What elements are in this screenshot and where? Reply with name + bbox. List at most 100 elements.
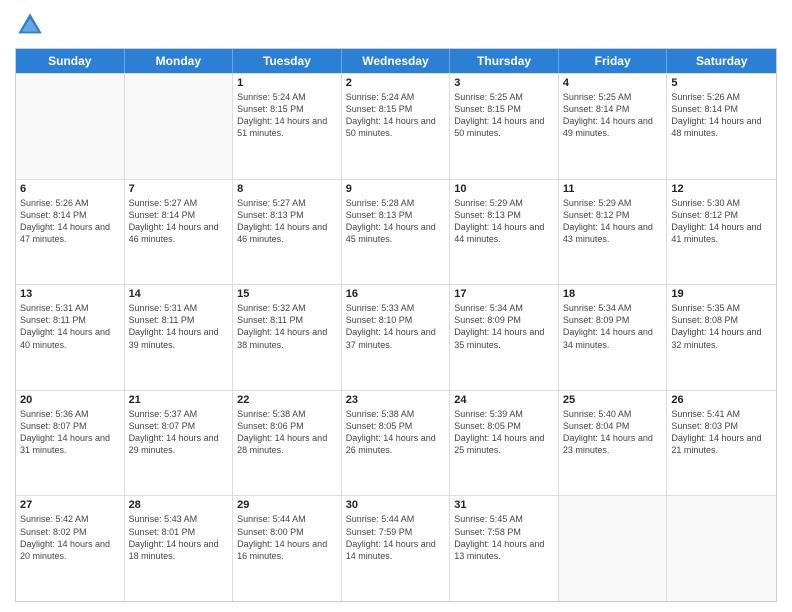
empty-cell	[16, 74, 125, 179]
day-number: 2	[346, 77, 446, 89]
day-info: Sunrise: 5:33 AM Sunset: 8:10 PM Dayligh…	[346, 302, 446, 351]
day-number: 17	[454, 288, 554, 300]
day-cell-3: 3 Sunrise: 5:25 AM Sunset: 8:15 PM Daylig…	[450, 74, 559, 179]
day-cell-10: 10 Sunrise: 5:29 AM Sunset: 8:13 PM Dayli…	[450, 180, 559, 285]
empty-cell	[559, 496, 668, 601]
day-cell-24: 24 Sunrise: 5:39 AM Sunset: 8:05 PM Dayli…	[450, 391, 559, 496]
day-header-saturday: Saturday	[667, 49, 776, 73]
day-info: Sunrise: 5:40 AM Sunset: 8:04 PM Dayligh…	[563, 408, 663, 457]
week-row-5: 27Sunrise: 5:42 AM Sunset: 8:02 PM Dayli…	[16, 495, 776, 601]
day-number: 29	[237, 499, 337, 511]
day-info: Sunrise: 5:27 AM Sunset: 8:13 PM Dayligh…	[237, 197, 337, 246]
day-cell-21: 21 Sunrise: 5:37 AM Sunset: 8:07 PM Dayli…	[125, 391, 234, 496]
page: SundayMondayTuesdayWednesdayThursdayFrid…	[0, 0, 792, 612]
day-cell-29: 29Sunrise: 5:44 AM Sunset: 8:00 PM Dayli…	[233, 496, 342, 601]
day-cell-6: 6 Sunrise: 5:26 AM Sunset: 8:14 PM Daylig…	[16, 180, 125, 285]
day-number: 5	[671, 77, 772, 89]
day-info: Sunrise: 5:45 AM Sunset: 7:58 PM Dayligh…	[454, 513, 554, 562]
day-number: 26	[671, 394, 772, 406]
day-number: 21	[129, 394, 229, 406]
day-cell-17: 17Sunrise: 5:34 AM Sunset: 8:09 PM Dayli…	[450, 285, 559, 390]
day-info: Sunrise: 5:36 AM Sunset: 8:07 PM Dayligh…	[20, 408, 120, 457]
day-header-thursday: Thursday	[450, 49, 559, 73]
day-number: 13	[20, 288, 120, 300]
day-number: 22	[237, 394, 337, 406]
week-row-4: 20 Sunrise: 5:36 AM Sunset: 8:07 PM Dayli…	[16, 390, 776, 496]
day-info: Sunrise: 5:24 AM Sunset: 8:15 PM Dayligh…	[346, 91, 446, 140]
day-cell-19: 19Sunrise: 5:35 AM Sunset: 8:08 PM Dayli…	[667, 285, 776, 390]
day-header-wednesday: Wednesday	[342, 49, 451, 73]
day-info: Sunrise: 5:26 AM Sunset: 8:14 PM Dayligh…	[20, 197, 120, 246]
day-number: 25	[563, 394, 663, 406]
day-info: Sunrise: 5:38 AM Sunset: 8:06 PM Dayligh…	[237, 408, 337, 457]
day-cell-23: 23 Sunrise: 5:38 AM Sunset: 8:05 PM Dayli…	[342, 391, 451, 496]
day-cell-30: 30 Sunrise: 5:44 AM Sunset: 7:59 PM Dayli…	[342, 496, 451, 601]
day-number: 14	[129, 288, 229, 300]
day-info: Sunrise: 5:32 AM Sunset: 8:11 PM Dayligh…	[237, 302, 337, 351]
day-cell-7: 7Sunrise: 5:27 AM Sunset: 8:14 PM Daylig…	[125, 180, 234, 285]
day-cell-26: 26Sunrise: 5:41 AM Sunset: 8:03 PM Dayli…	[667, 391, 776, 496]
logo	[15, 10, 49, 40]
day-cell-28: 28Sunrise: 5:43 AM Sunset: 8:01 PM Dayli…	[125, 496, 234, 601]
day-cell-11: 11Sunrise: 5:29 AM Sunset: 8:12 PM Dayli…	[559, 180, 668, 285]
day-number: 9	[346, 183, 446, 195]
day-cell-8: 8 Sunrise: 5:27 AM Sunset: 8:13 PM Daylig…	[233, 180, 342, 285]
day-number: 16	[346, 288, 446, 300]
day-number: 15	[237, 288, 337, 300]
day-cell-9: 9 Sunrise: 5:28 AM Sunset: 8:13 PM Daylig…	[342, 180, 451, 285]
day-info: Sunrise: 5:37 AM Sunset: 8:07 PM Dayligh…	[129, 408, 229, 457]
day-info: Sunrise: 5:28 AM Sunset: 8:13 PM Dayligh…	[346, 197, 446, 246]
day-number: 4	[563, 77, 663, 89]
day-cell-13: 13 Sunrise: 5:31 AM Sunset: 8:11 PM Dayli…	[16, 285, 125, 390]
week-row-2: 6 Sunrise: 5:26 AM Sunset: 8:14 PM Daylig…	[16, 179, 776, 285]
day-number: 12	[671, 183, 772, 195]
header	[15, 10, 777, 40]
day-info: Sunrise: 5:31 AM Sunset: 8:11 PM Dayligh…	[20, 302, 120, 351]
day-info: Sunrise: 5:42 AM Sunset: 8:02 PM Dayligh…	[20, 513, 120, 562]
day-number: 6	[20, 183, 120, 195]
day-header-sunday: Sunday	[16, 49, 125, 73]
day-number: 10	[454, 183, 554, 195]
day-cell-2: 2 Sunrise: 5:24 AM Sunset: 8:15 PM Daylig…	[342, 74, 451, 179]
day-number: 8	[237, 183, 337, 195]
day-number: 1	[237, 77, 337, 89]
day-number: 20	[20, 394, 120, 406]
day-cell-16: 16 Sunrise: 5:33 AM Sunset: 8:10 PM Dayli…	[342, 285, 451, 390]
day-number: 3	[454, 77, 554, 89]
calendar-header: SundayMondayTuesdayWednesdayThursdayFrid…	[16, 49, 776, 73]
day-info: Sunrise: 5:35 AM Sunset: 8:08 PM Dayligh…	[671, 302, 772, 351]
day-number: 11	[563, 183, 663, 195]
day-info: Sunrise: 5:29 AM Sunset: 8:13 PM Dayligh…	[454, 197, 554, 246]
calendar: SundayMondayTuesdayWednesdayThursdayFrid…	[15, 48, 777, 602]
day-info: Sunrise: 5:25 AM Sunset: 8:15 PM Dayligh…	[454, 91, 554, 140]
day-number: 30	[346, 499, 446, 511]
day-header-friday: Friday	[559, 49, 668, 73]
day-info: Sunrise: 5:34 AM Sunset: 8:09 PM Dayligh…	[563, 302, 663, 351]
day-number: 24	[454, 394, 554, 406]
day-header-monday: Monday	[125, 49, 234, 73]
day-info: Sunrise: 5:38 AM Sunset: 8:05 PM Dayligh…	[346, 408, 446, 457]
day-cell-27: 27Sunrise: 5:42 AM Sunset: 8:02 PM Dayli…	[16, 496, 125, 601]
day-info: Sunrise: 5:26 AM Sunset: 8:14 PM Dayligh…	[671, 91, 772, 140]
empty-cell	[125, 74, 234, 179]
calendar-body: 1 Sunrise: 5:24 AM Sunset: 8:15 PM Daylig…	[16, 73, 776, 601]
day-cell-14: 14Sunrise: 5:31 AM Sunset: 8:11 PM Dayli…	[125, 285, 234, 390]
day-info: Sunrise: 5:25 AM Sunset: 8:14 PM Dayligh…	[563, 91, 663, 140]
empty-cell	[667, 496, 776, 601]
day-number: 23	[346, 394, 446, 406]
day-info: Sunrise: 5:43 AM Sunset: 8:01 PM Dayligh…	[129, 513, 229, 562]
day-cell-31: 31Sunrise: 5:45 AM Sunset: 7:58 PM Dayli…	[450, 496, 559, 601]
day-header-tuesday: Tuesday	[233, 49, 342, 73]
day-number: 18	[563, 288, 663, 300]
week-row-1: 1 Sunrise: 5:24 AM Sunset: 8:15 PM Daylig…	[16, 73, 776, 179]
day-info: Sunrise: 5:24 AM Sunset: 8:15 PM Dayligh…	[237, 91, 337, 140]
day-info: Sunrise: 5:39 AM Sunset: 8:05 PM Dayligh…	[454, 408, 554, 457]
day-cell-12: 12 Sunrise: 5:30 AM Sunset: 8:12 PM Dayli…	[667, 180, 776, 285]
day-info: Sunrise: 5:44 AM Sunset: 7:59 PM Dayligh…	[346, 513, 446, 562]
day-cell-1: 1 Sunrise: 5:24 AM Sunset: 8:15 PM Daylig…	[233, 74, 342, 179]
day-cell-18: 18 Sunrise: 5:34 AM Sunset: 8:09 PM Dayli…	[559, 285, 668, 390]
day-cell-22: 22 Sunrise: 5:38 AM Sunset: 8:06 PM Dayli…	[233, 391, 342, 496]
day-info: Sunrise: 5:30 AM Sunset: 8:12 PM Dayligh…	[671, 197, 772, 246]
day-cell-25: 25 Sunrise: 5:40 AM Sunset: 8:04 PM Dayli…	[559, 391, 668, 496]
day-cell-5: 5 Sunrise: 5:26 AM Sunset: 8:14 PM Daylig…	[667, 74, 776, 179]
